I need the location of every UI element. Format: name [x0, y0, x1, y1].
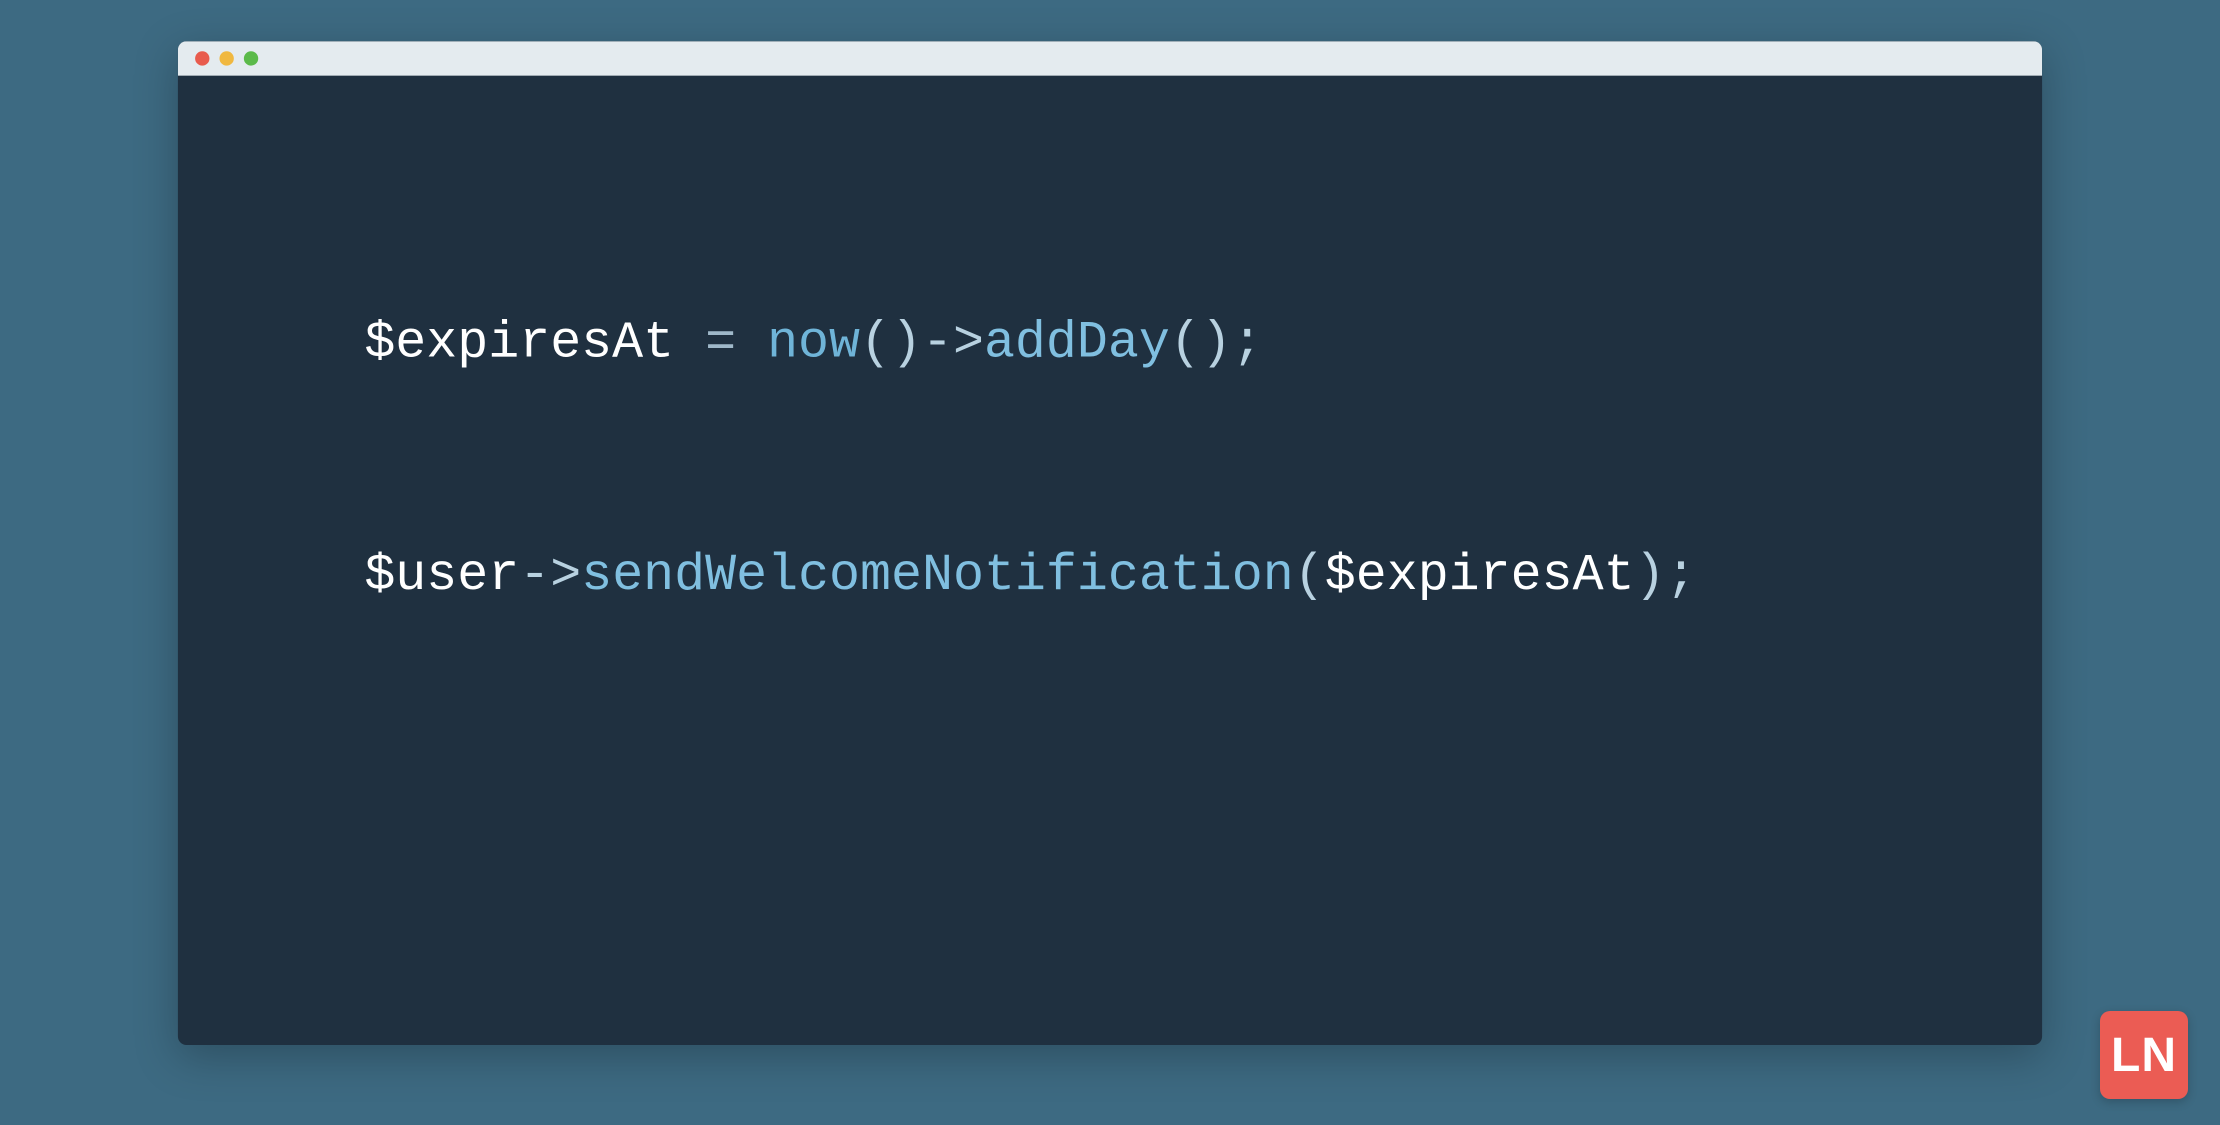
arrow-operator: ()->: [860, 313, 984, 372]
php-sigil: $: [364, 545, 395, 604]
maximize-icon[interactable]: [244, 51, 258, 65]
php-sigil: $: [364, 313, 395, 372]
function-call: now: [767, 313, 860, 372]
blank-line: [364, 459, 1855, 536]
close-icon[interactable]: [195, 51, 209, 65]
line-end: ();: [1170, 313, 1263, 372]
minimize-icon[interactable]: [219, 51, 233, 65]
code-line-2: $user->sendWelcomeNotification($expiresA…: [364, 537, 1855, 614]
blank-line: [364, 382, 1855, 459]
arrow-operator: ->: [519, 545, 581, 604]
window-titlebar: [178, 41, 2042, 75]
line-end: );: [1635, 545, 1697, 604]
variable-name: expiresAt: [395, 313, 674, 372]
code-content: $expiresAt = now()->addDay(); $user->sen…: [178, 75, 2042, 614]
method-call: sendWelcomeNotification: [581, 545, 1294, 604]
open-paren: (: [1294, 545, 1325, 604]
logo-text: LN: [2111, 1028, 2177, 1083]
logo-badge: LN: [2100, 1011, 2188, 1099]
variable-name: expiresAt: [1356, 545, 1635, 604]
assignment-operator: =: [674, 313, 767, 372]
variable-name: user: [395, 545, 519, 604]
method-call: addDay: [984, 313, 1170, 372]
code-window: $expiresAt = now()->addDay(); $user->sen…: [178, 41, 2042, 1045]
code-line-1: $expiresAt = now()->addDay();: [364, 304, 1855, 381]
php-sigil: $: [1325, 545, 1356, 604]
